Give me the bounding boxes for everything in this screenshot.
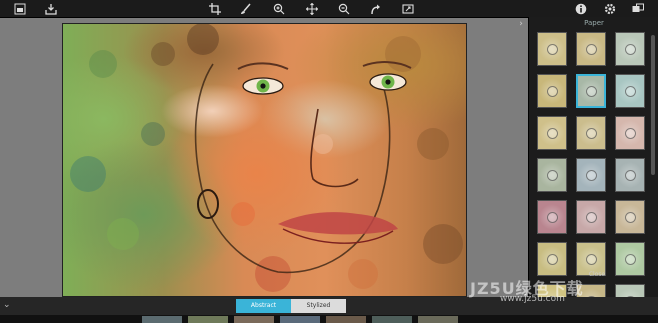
fit-screen-icon[interactable]	[401, 2, 414, 15]
preset-thumbnail[interactable]	[280, 316, 320, 323]
chevron-down-icon[interactable]: ⌄	[3, 300, 11, 310]
preset-thumbnail[interactable]	[142, 316, 182, 323]
preview-icon	[547, 44, 558, 55]
preview-icon	[586, 212, 597, 223]
tab-stylized[interactable]: Stylized	[291, 299, 346, 313]
move-icon[interactable]	[305, 2, 318, 15]
preview-icon	[625, 254, 636, 265]
preview-icon	[586, 86, 597, 97]
paper-thumbnail[interactable]	[576, 116, 606, 150]
preview-icon	[586, 128, 597, 139]
redo-icon[interactable]	[369, 2, 382, 15]
preview-icon	[625, 44, 636, 55]
crop-icon[interactable]	[208, 2, 221, 15]
canvas-area	[0, 18, 528, 297]
paper-panel: Paper Close	[528, 17, 658, 318]
brush-icon[interactable]	[239, 2, 252, 15]
top-toolbar	[0, 0, 658, 18]
zoom-out-icon[interactable]	[337, 2, 350, 15]
paper-thumbnail[interactable]	[615, 74, 645, 108]
info-icon[interactable]	[574, 2, 587, 15]
preset-thumbnail[interactable]	[372, 316, 412, 323]
paper-thumbnail[interactable]	[537, 116, 567, 150]
paper-thumbnail[interactable]	[537, 158, 567, 192]
preview-icon	[625, 212, 636, 223]
preview-icon	[625, 170, 636, 181]
paper-thumbnail[interactable]	[537, 74, 567, 108]
preview-icon	[586, 170, 597, 181]
paper-thumbnail[interactable]	[537, 32, 567, 66]
paper-thumbnail[interactable]	[615, 242, 645, 276]
image-frame-icon[interactable]	[13, 2, 26, 15]
preview-icon	[625, 86, 636, 97]
watermark-url: www.jz5u.com	[500, 294, 565, 304]
preview-icon	[547, 170, 558, 181]
panel-title: Paper	[584, 19, 604, 27]
paper-thumbnail[interactable]	[576, 158, 606, 192]
preset-thumbnail[interactable]	[188, 316, 228, 323]
preview-icon	[547, 212, 558, 223]
paper-thumbnail[interactable]	[615, 158, 645, 192]
preview-icon	[547, 254, 558, 265]
save-tray-icon[interactable]	[44, 2, 57, 15]
preview-icon	[625, 128, 636, 139]
preset-thumbnail[interactable]	[326, 316, 366, 323]
paper-thumbnail[interactable]	[615, 32, 645, 66]
preview-icon	[586, 44, 597, 55]
panel-scrollbar[interactable]	[651, 35, 655, 175]
preview-icon	[586, 254, 597, 265]
paper-thumbnail[interactable]	[615, 200, 645, 234]
settings-icon[interactable]	[603, 2, 616, 15]
preview-icon	[547, 128, 558, 139]
zoom-in-icon[interactable]	[272, 2, 285, 15]
paper-thumbnail[interactable]	[576, 74, 606, 108]
preset-thumbnail[interactable]	[234, 316, 274, 323]
tab-abstract[interactable]: Abstract	[236, 299, 291, 313]
paper-thumbnail[interactable]	[537, 242, 567, 276]
panel-collapse-icon[interactable]: ›	[516, 18, 526, 30]
paper-thumbnail[interactable]	[537, 200, 567, 234]
painted-portrait-image[interactable]	[62, 23, 467, 297]
preview-icon	[547, 86, 558, 97]
paper-thumbnail[interactable]	[615, 116, 645, 150]
paper-thumbnail[interactable]	[576, 200, 606, 234]
preset-thumbnail[interactable]	[418, 316, 458, 323]
preset-filmstrip	[0, 315, 658, 323]
share-icon[interactable]	[631, 2, 644, 15]
close-button[interactable]: Close	[586, 270, 608, 279]
paper-thumbnail[interactable]	[576, 32, 606, 66]
